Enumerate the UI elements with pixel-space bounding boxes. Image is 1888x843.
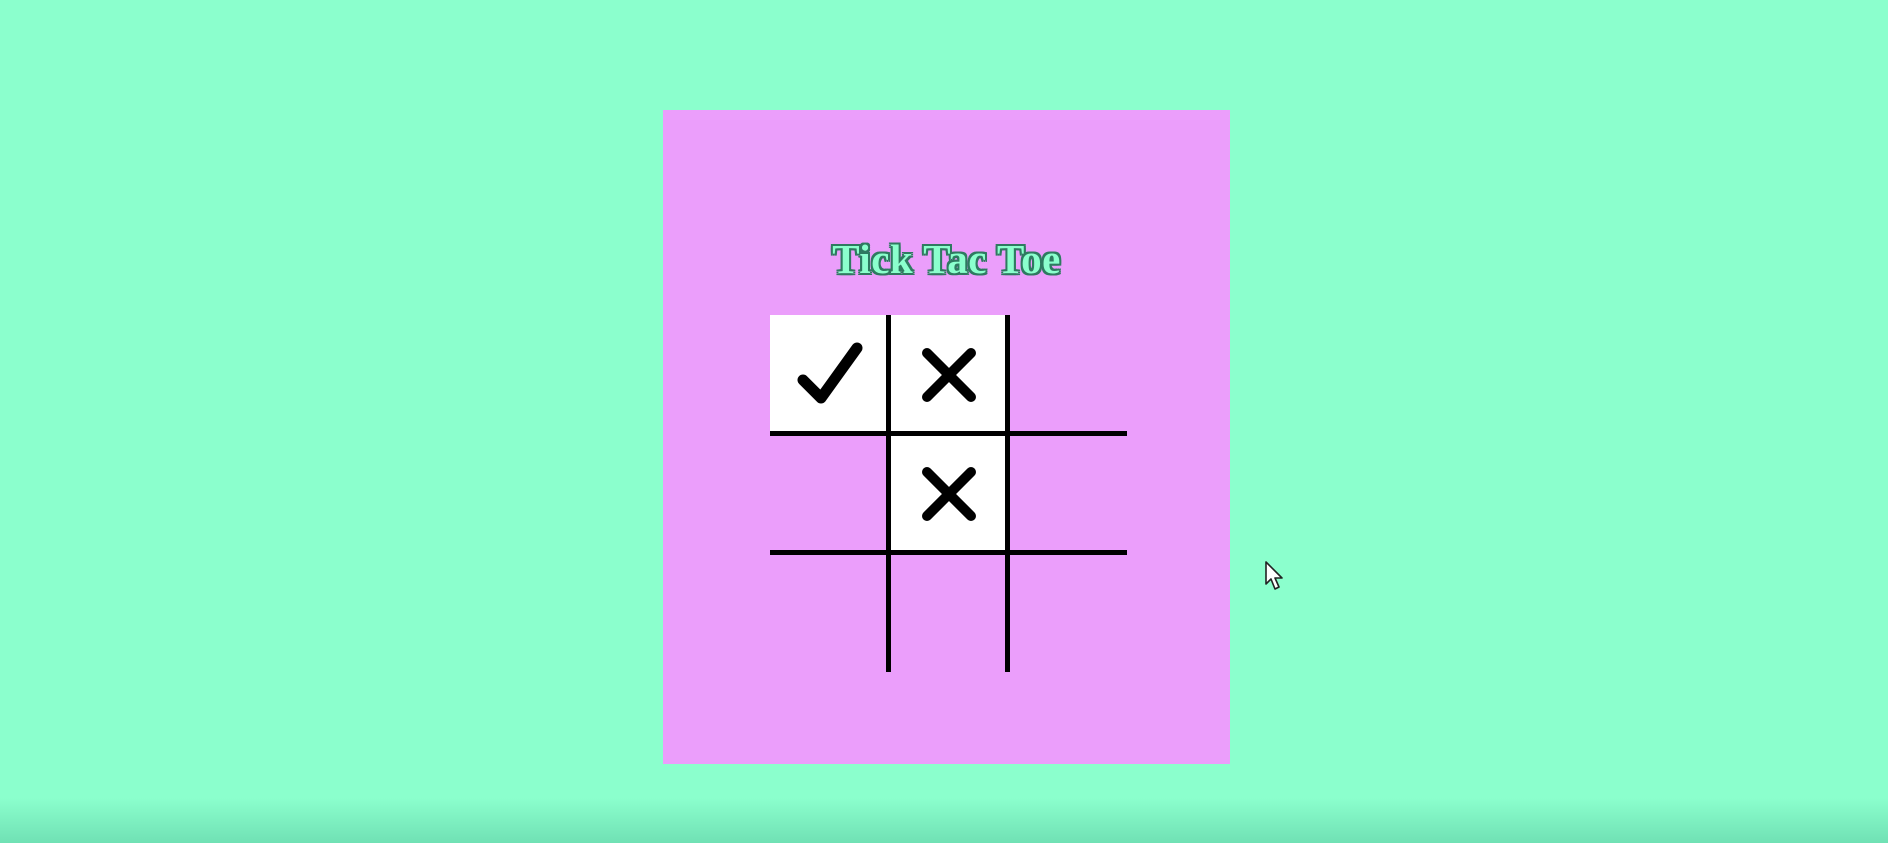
game-title: Tick Tac Toe <box>832 236 1061 282</box>
grid-line-horizontal-2 <box>770 550 1127 555</box>
grid-line-horizontal-1 <box>770 431 1127 436</box>
board-cell-0-2[interactable] <box>1008 315 1127 434</box>
board-cell-0-1[interactable] <box>889 315 1008 434</box>
grid-line-vertical-2 <box>1005 315 1010 672</box>
board-cell-1-2[interactable] <box>1008 434 1127 553</box>
bottom-shade <box>0 798 1888 843</box>
mouse-pointer-icon <box>1265 561 1283 590</box>
grid-line-vertical-1 <box>886 315 891 672</box>
board-cell-2-0[interactable] <box>770 553 889 672</box>
board-cell-1-0[interactable] <box>770 434 889 553</box>
board-cell-2-2[interactable] <box>1008 553 1127 672</box>
board-cell-2-1[interactable] <box>889 553 1008 672</box>
game-board <box>770 315 1127 672</box>
board-cell-1-1[interactable] <box>889 434 1008 553</box>
game-panel: Tick Tac Toe <box>663 110 1230 764</box>
x-mark-icon <box>921 466 976 521</box>
x-mark-icon <box>921 347 976 402</box>
board-cell-0-0[interactable] <box>770 315 889 434</box>
check-mark-icon <box>797 342 862 403</box>
